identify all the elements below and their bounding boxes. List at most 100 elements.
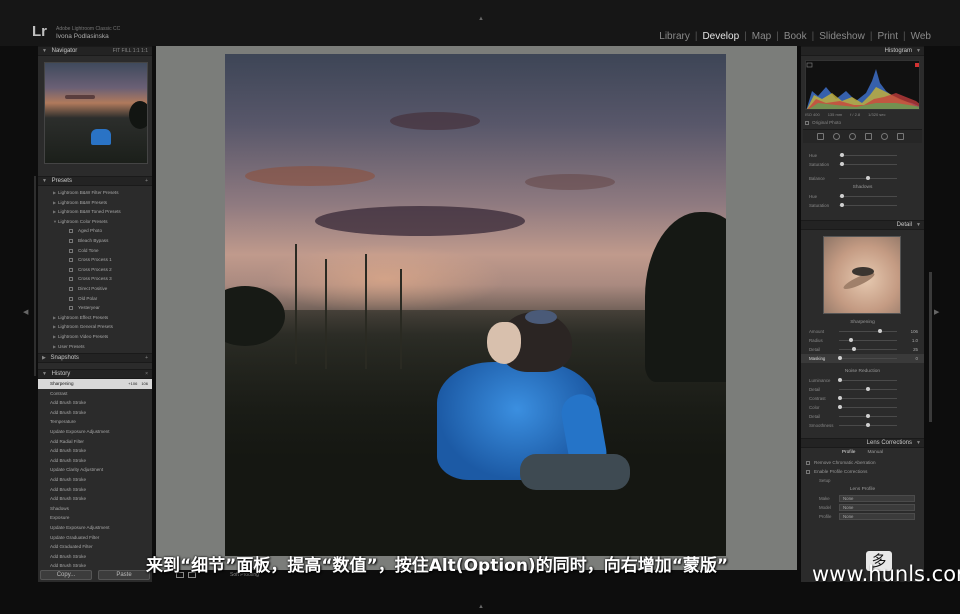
preset-folder[interactable]: ▶ Lightroom Effect Presets xyxy=(38,313,152,323)
red-eye-icon[interactable] xyxy=(849,133,856,140)
slider-value[interactable]: 25 xyxy=(913,345,918,354)
slider-hue[interactable]: Hue xyxy=(801,192,924,201)
preset-folder[interactable]: ▶ Lightroom B&W Toned Presets xyxy=(38,207,152,217)
add-snapshot-icon[interactable]: + xyxy=(145,354,148,363)
adjustment-brush-icon[interactable] xyxy=(897,133,904,140)
slider-track[interactable] xyxy=(839,164,897,165)
preset-item[interactable]: Yesteryear xyxy=(38,303,152,313)
slider-track[interactable] xyxy=(839,205,897,206)
histogram-graph[interactable] xyxy=(805,60,920,110)
module-web[interactable]: Web xyxy=(906,31,936,42)
slider-smoothness[interactable]: Smoothness xyxy=(801,421,924,430)
history-item[interactable]: Add Radial Filter xyxy=(38,437,152,447)
module-develop[interactable]: Develop xyxy=(697,31,744,42)
preset-item[interactable]: Cross Process 2 xyxy=(38,265,152,275)
history-item[interactable]: Temperature xyxy=(38,417,152,427)
preset-item[interactable]: Cold Tone xyxy=(38,246,152,256)
history-item[interactable]: Exposure xyxy=(38,513,152,523)
slider-track[interactable] xyxy=(839,358,897,359)
presets-header[interactable]: ▼ Presets + xyxy=(38,176,152,186)
slider-knob[interactable] xyxy=(839,203,844,207)
slider-saturation[interactable]: Saturation xyxy=(801,160,924,169)
lens-checkbox-row[interactable]: Remove Chromatic Aberration xyxy=(801,458,924,467)
slider-masking[interactable]: Masking 0 xyxy=(801,354,924,363)
history-item[interactable]: Add Brush Stroke xyxy=(38,485,152,495)
slider-contrast[interactable]: Contrast xyxy=(801,394,924,403)
slider-track[interactable] xyxy=(839,380,897,381)
history-item[interactable]: Update Graduated Filter xyxy=(38,533,152,543)
clear-history-icon[interactable]: × xyxy=(145,370,148,379)
slider-knob[interactable] xyxy=(839,194,844,198)
slider-balance[interactable]: Balance xyxy=(801,174,924,183)
slider-track[interactable] xyxy=(839,407,897,408)
original-photo-toggle[interactable]: Original Photo xyxy=(801,119,924,126)
history-item[interactable]: Update Exposure Adjustment xyxy=(38,523,152,533)
spot-removal-icon[interactable] xyxy=(833,133,840,140)
preset-folder[interactable]: ▼ Lightroom Color Presets xyxy=(38,217,152,227)
module-book[interactable]: Book xyxy=(779,31,812,42)
navigator-preview[interactable] xyxy=(44,62,148,164)
preset-item[interactable]: Direct Positive xyxy=(38,284,152,294)
slider-value[interactable]: 106 xyxy=(911,327,918,336)
checkbox-icon[interactable] xyxy=(806,469,810,474)
slider-value[interactable]: 1.0 xyxy=(912,336,918,345)
slider-knob[interactable] xyxy=(848,338,853,342)
history-item[interactable]: Contrast xyxy=(38,389,152,399)
slider-knob[interactable] xyxy=(839,153,844,157)
module-slideshow[interactable]: Slideshow xyxy=(814,31,870,42)
history-item[interactable]: Add Brush Stroke xyxy=(38,494,152,504)
history-item[interactable]: Add Brush Stroke xyxy=(38,446,152,456)
slider-knob[interactable] xyxy=(838,405,843,409)
top-panel-toggle-icon[interactable]: ▲ xyxy=(478,16,484,22)
checkbox-icon[interactable] xyxy=(806,460,810,465)
lens-tab-manual[interactable]: Manual xyxy=(867,448,883,458)
history-item[interactable]: Shadows xyxy=(38,504,152,514)
history-item[interactable]: Add Brush Stroke xyxy=(38,475,152,485)
history-item[interactable]: Add Graduated Filter xyxy=(38,542,152,552)
slider-luminance[interactable]: Luminance xyxy=(801,376,924,385)
paste-button[interactable]: Paste xyxy=(98,570,150,580)
slider-knob[interactable] xyxy=(866,423,870,427)
graduated-filter-icon[interactable] xyxy=(865,133,872,140)
slider-detail[interactable]: Detail 25 xyxy=(801,345,924,354)
bottom-panel-toggle-icon[interactable]: ▲ xyxy=(478,604,484,610)
preset-item[interactable]: Bleach Bypass xyxy=(38,236,152,246)
main-photo[interactable] xyxy=(225,54,726,556)
crop-tool-icon[interactable] xyxy=(817,133,824,140)
slider-knob[interactable] xyxy=(851,347,856,351)
navigator-zoom-options[interactable]: FIT FILL 1:1 1:1 xyxy=(113,47,148,56)
slider-knob[interactable] xyxy=(838,396,843,400)
history-item[interactable]: Add Brush Stroke xyxy=(38,398,152,408)
histogram-header[interactable]: Histogram ▼ xyxy=(801,46,924,56)
history-item[interactable]: Update Exposure Adjustment xyxy=(38,427,152,437)
snapshots-header[interactable]: ▶ Snapshots + xyxy=(38,353,152,364)
module-library[interactable]: Library xyxy=(654,31,695,42)
slider-track[interactable] xyxy=(839,331,897,332)
slider-track[interactable] xyxy=(839,349,897,350)
module-print[interactable]: Print xyxy=(872,31,903,42)
history-item[interactable]: Add Brush Stroke xyxy=(38,552,152,562)
slider-amount[interactable]: Amount 106 xyxy=(801,327,924,336)
slider-knob[interactable] xyxy=(838,356,843,360)
preset-folder[interactable]: ▶ User Presets xyxy=(38,342,152,352)
slider-track[interactable] xyxy=(839,196,897,197)
left-panel-toggle-icon[interactable]: ◀ xyxy=(23,308,28,316)
left-panel-scrollbar[interactable] xyxy=(34,176,36,376)
preset-item[interactable]: Old Polar xyxy=(38,294,152,304)
history-item[interactable]: Update Clarity Adjustment xyxy=(38,465,152,475)
right-panel-scrollbar[interactable] xyxy=(929,272,932,422)
slider-knob[interactable] xyxy=(866,387,870,391)
right-panel-toggle-icon[interactable]: ▶ xyxy=(934,308,939,316)
lens-checkbox-row[interactable]: Enable Profile Corrections xyxy=(801,467,924,476)
detail-header[interactable]: Detail ▼ xyxy=(801,220,924,230)
slider-detail[interactable]: Detail xyxy=(801,385,924,394)
slider-detail[interactable]: Detail xyxy=(801,412,924,421)
slider-value[interactable]: 0 xyxy=(916,354,918,363)
slider-track[interactable] xyxy=(839,155,897,156)
history-header[interactable]: ▼ History × xyxy=(38,369,152,380)
lens-tab-profile[interactable]: Profile xyxy=(842,448,856,458)
slider-track[interactable] xyxy=(839,398,897,399)
history-item[interactable]: Sharpening +106 106 xyxy=(38,379,152,389)
slider-hue[interactable]: Hue xyxy=(801,151,924,160)
slider-radius[interactable]: Radius 1.0 xyxy=(801,336,924,345)
